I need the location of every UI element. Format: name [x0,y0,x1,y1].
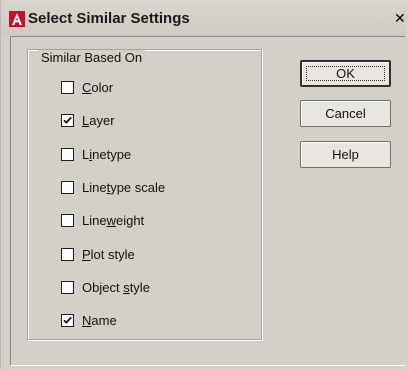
checkbox-row-color[interactable]: Color [61,78,113,96]
checkbox-row-name[interactable]: Name [61,311,117,329]
checkbox-row-object-style[interactable]: Object style [61,278,150,296]
cancel-button[interactable]: Cancel [300,100,391,127]
dialog-title: Select Similar Settings [28,10,190,27]
title-bar[interactable]: Select Similar Settings ✕ [1,0,407,36]
ok-button[interactable]: OK [300,60,391,87]
checkbox-row-linetype[interactable]: Linetype [61,145,131,163]
dialog-window: Select Similar Settings ✕ Similar Based … [0,0,407,369]
checkbox-plot-style[interactable] [61,247,74,261]
checkbox-color[interactable] [61,80,74,94]
checkbox-linetype-scale[interactable] [61,180,74,194]
checkmark-icon [63,116,72,124]
checkbox-label-color: Color [82,79,114,95]
close-icon[interactable]: ✕ [394,11,407,27]
checkbox-lineweight[interactable] [61,213,74,227]
help-button[interactable]: Help [300,141,391,168]
focus-rectangle [306,66,385,81]
group-legend: Similar Based On [38,50,146,65]
checkbox-label-linetype: Linetype [82,146,132,162]
checkbox-label-name: Name [82,312,117,328]
checkbox-object-style[interactable] [61,280,74,294]
checkbox-row-layer[interactable]: Layer [61,111,115,129]
checkmark-icon [63,316,72,324]
autocad-a-icon [9,11,25,27]
checkbox-row-plot-style[interactable]: Plot style [61,245,135,263]
checkbox-linetype[interactable] [61,147,74,161]
cancel-button-label: Cancel [325,106,366,121]
checkbox-label-plot-style: Plot style [82,246,135,262]
checkbox-name[interactable] [61,313,74,327]
checkbox-label-lineweight: Lineweight [82,212,145,228]
checkbox-row-lineweight[interactable]: Lineweight [61,211,144,229]
checkbox-row-linetype-scale[interactable]: Linetype scale [61,178,165,196]
checkbox-label-linetype-scale: Linetype scale [82,179,166,195]
checkbox-label-object-style: Object style [82,279,150,295]
help-button-label: Help [332,147,359,162]
checkbox-layer[interactable] [61,113,74,127]
checkbox-label-layer: Layer [82,112,115,128]
